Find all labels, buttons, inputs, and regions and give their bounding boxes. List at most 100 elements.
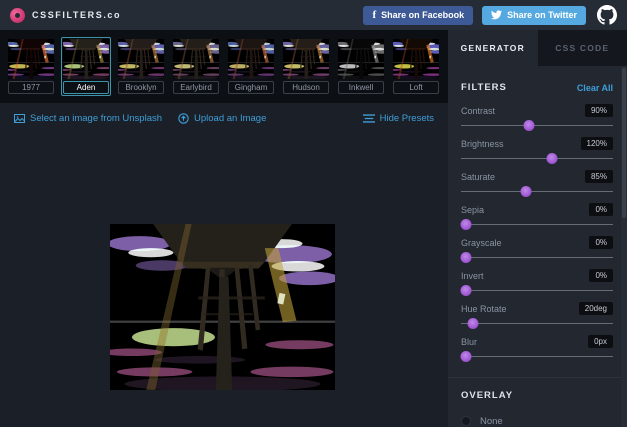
hide-presets-label: Hide Presets	[379, 113, 434, 124]
preset-tile-1977[interactable]: 1977	[6, 37, 56, 96]
radio-icon	[461, 416, 471, 426]
preset-thumbnail	[393, 39, 439, 79]
share-twitter-button[interactable]: Share on Twitter	[482, 5, 586, 25]
slider-thumb-contrast[interactable]	[523, 120, 535, 131]
preset-tile-loft[interactable]: Loft	[391, 37, 441, 96]
twitter-icon	[491, 10, 503, 20]
logo[interactable]: CSSFILTERS.co	[10, 7, 121, 23]
preset-thumbnail	[8, 39, 54, 79]
slider-row-invert: Invert 0%	[460, 268, 613, 301]
image-toolbar: Select an image from Unsplash Upload an …	[0, 103, 448, 134]
slider-label: Sepia	[461, 204, 485, 215]
slider-track-contrast[interactable]	[461, 120, 613, 131]
tab-generator[interactable]: GENERATOR	[448, 30, 538, 66]
tab-css-code[interactable]: CSS CODE	[537, 30, 627, 66]
hide-presets-icon	[362, 114, 375, 123]
slider-thumb-brightness[interactable]	[546, 153, 558, 164]
preset-tile-gingham[interactable]: Gingham	[226, 37, 276, 96]
sliders-list: Contrast 90% Brightness 120% Saturate 85% Sepi…	[460, 103, 613, 367]
preset-thumbnail	[283, 39, 329, 79]
slider-thumb-blur[interactable]	[460, 351, 472, 362]
pier-photo-art	[110, 224, 335, 390]
unsplash-link[interactable]: Select an image from Unsplash	[14, 113, 162, 124]
sidebar-tabs: GENERATOR CSS CODE	[448, 30, 627, 66]
pier-photo-art	[283, 39, 329, 79]
section-divider	[448, 377, 627, 378]
preset-tile-brooklyn[interactable]: Brooklyn	[116, 37, 166, 96]
preset-label: Inkwell	[338, 81, 384, 94]
logo-icon	[10, 7, 25, 23]
github-icon	[597, 5, 617, 25]
pier-photo-art	[228, 39, 274, 79]
app-root: CSSFILTERS.co f Share on Facebook Share …	[0, 0, 627, 427]
preset-tile-earlybird[interactable]: Earlybird	[171, 37, 221, 96]
slider-thumb-grayscale[interactable]	[460, 252, 472, 263]
share-facebook-button[interactable]: f Share on Facebook	[363, 5, 474, 25]
pier-photo-art	[63, 39, 109, 79]
upload-image-link[interactable]: Upload an Image	[178, 113, 266, 124]
slider-track-invert[interactable]	[460, 285, 613, 296]
preset-label: Gingham	[228, 81, 274, 94]
slider-label: Brightness	[461, 138, 504, 149]
header: CSSFILTERS.co f Share on Facebook Share …	[0, 0, 627, 30]
share-twitter-label: Share on Twitter	[507, 10, 577, 20]
slider-track-hue-rotate[interactable]	[461, 318, 613, 329]
pier-photo-art	[393, 39, 439, 79]
slider-row-blur: Blur 0px	[460, 334, 613, 367]
overlay-heading: OVERLAY	[461, 390, 514, 401]
slider-track-saturate[interactable]	[461, 186, 613, 197]
slider-header: Saturate 85%	[461, 169, 613, 184]
slider-value: 0px	[588, 335, 613, 348]
slider-track-grayscale[interactable]	[460, 252, 613, 263]
slider-header: Invert 0%	[461, 268, 613, 283]
overlay-options: NoneSolid Background	[461, 413, 613, 427]
slider-row-hue-rotate: Hue Rotate 20deg	[461, 301, 613, 334]
sidebar-scrollbar-thumb[interactable]	[622, 68, 626, 218]
slider-value: 0%	[589, 203, 613, 216]
preset-label: Brooklyn	[118, 81, 164, 94]
slider-value: 85%	[584, 170, 613, 183]
image-stage	[0, 134, 448, 427]
slider-track-brightness[interactable]	[461, 153, 613, 164]
hide-presets-link[interactable]: Hide Presets	[362, 113, 434, 124]
preset-thumbnail	[338, 39, 384, 79]
preset-tile-aden[interactable]: Aden	[61, 37, 111, 96]
overlay-option-none[interactable]: None	[461, 413, 613, 427]
slider-header: Grayscale 0%	[461, 235, 613, 250]
slider-row-contrast: Contrast 90%	[461, 103, 613, 136]
pier-photo-art	[173, 39, 219, 79]
slider-label: Invert	[461, 270, 484, 281]
preset-tile-inkwell[interactable]: Inkwell	[336, 37, 386, 96]
clear-all-link[interactable]: Clear All	[577, 83, 613, 93]
slider-label: Saturate	[461, 171, 496, 182]
slider-thumb-saturate[interactable]	[520, 186, 532, 197]
slider-label: Contrast	[461, 105, 496, 116]
slider-row-grayscale: Grayscale 0%	[460, 235, 613, 268]
slider-thumb-invert[interactable]	[460, 285, 472, 296]
filters-panel-head: FILTERS Clear All	[461, 82, 613, 93]
slider-thumb-sepia[interactable]	[460, 219, 472, 230]
slider-value: 0%	[589, 269, 613, 282]
share-facebook-label: Share on Facebook	[381, 10, 465, 20]
filters-panel: FILTERS Clear All Contrast 90% Brightness 1…	[448, 66, 627, 427]
slider-row-brightness: Brightness 120%	[461, 136, 613, 169]
preview-image	[110, 224, 335, 390]
slider-label: Grayscale	[461, 237, 502, 248]
slider-label: Blur	[461, 336, 478, 347]
preset-thumbnail	[228, 39, 274, 79]
header-actions: f Share on Facebook Share on Twitter	[363, 5, 617, 25]
slider-value: 20deg	[578, 302, 613, 315]
preset-label: Aden	[63, 81, 109, 94]
preset-label: Loft	[393, 81, 439, 94]
preset-tile-hudson[interactable]: Hudson	[281, 37, 331, 96]
sidebar-scrollbar[interactable]	[621, 66, 627, 427]
pier-photo-art	[8, 39, 54, 79]
main-area: 1977 Aden Brooklyn Earlybird Gingham Hud…	[0, 30, 627, 427]
slider-thumb-hue-rotate[interactable]	[467, 318, 479, 329]
slider-track-blur[interactable]	[460, 351, 613, 362]
slider-label: Hue Rotate	[461, 303, 507, 314]
slider-track-sepia[interactable]	[460, 219, 613, 230]
slider-header: Brightness 120%	[461, 136, 613, 151]
github-link[interactable]	[597, 5, 617, 25]
preset-thumbnail	[118, 39, 164, 79]
